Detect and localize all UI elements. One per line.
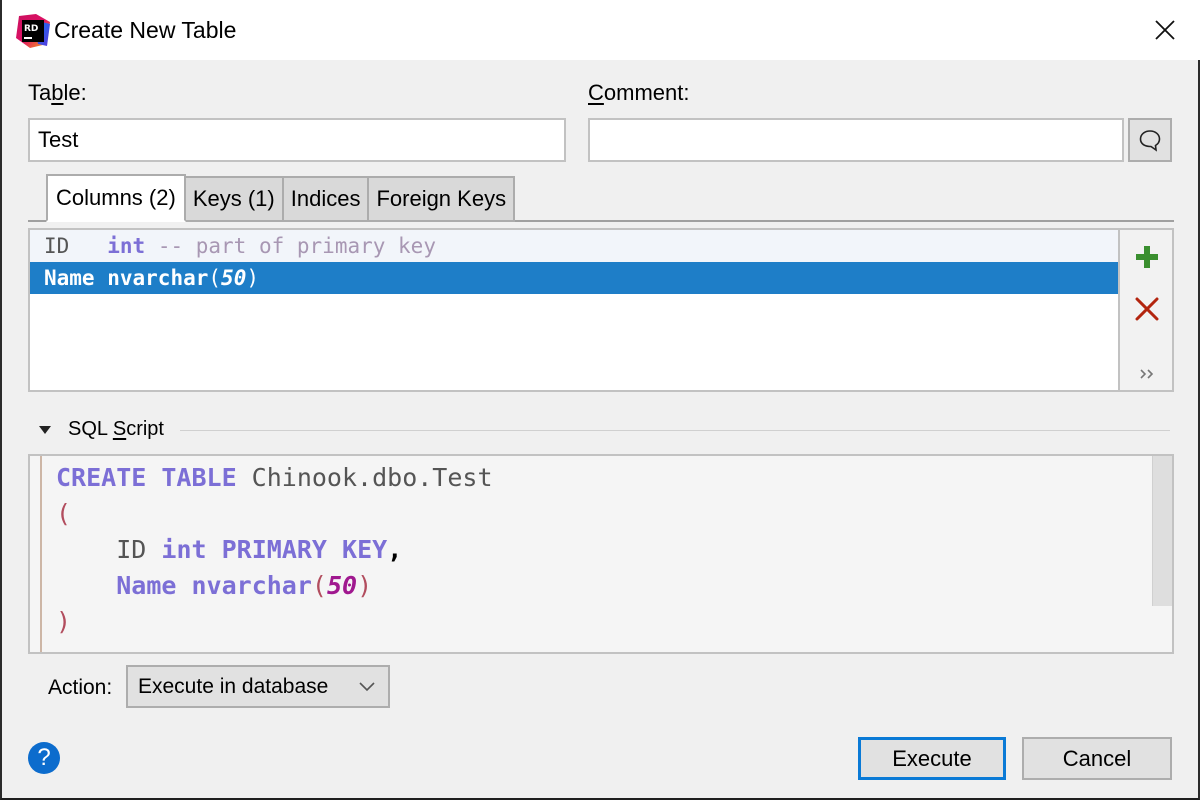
- editor-scrollbar[interactable]: [1152, 456, 1172, 606]
- sql-script-title: SQL Script: [68, 418, 164, 440]
- cancel-button[interactable]: Cancel: [1022, 737, 1172, 780]
- double-chevron-right-icon: [1140, 369, 1154, 379]
- columns-list: ID int -- part of primary key Name nvarc…: [30, 230, 1118, 390]
- column-length: 50: [221, 266, 247, 290]
- action-dropdown[interactable]: Execute in database: [126, 665, 390, 708]
- plus-icon: [1136, 246, 1158, 268]
- svg-text:RD: RD: [24, 24, 38, 34]
- column-type: nvarchar: [107, 266, 209, 290]
- close-icon: [1155, 20, 1175, 40]
- columns-toolbar: [1118, 230, 1172, 390]
- editor-gutter: [40, 456, 42, 652]
- tab-indices[interactable]: Indices: [283, 176, 370, 222]
- code-line: ID int PRIMARY KEY,: [116, 535, 403, 564]
- tab-strip: Columns (2) Keys (1) Indices Foreign Key…: [46, 174, 516, 222]
- sql-code: CREATE TABLE Chinook.dbo.Test ( ID int P…: [56, 460, 493, 640]
- sql-editor[interactable]: CREATE TABLE Chinook.dbo.Test ( ID int P…: [28, 454, 1174, 654]
- action-selected-value: Execute in database: [138, 674, 329, 698]
- speech-bubble-icon: [1139, 130, 1161, 152]
- column-row-name[interactable]: Name nvarchar(50): [30, 262, 1118, 294]
- comment-editor-button[interactable]: [1128, 118, 1172, 162]
- action-label: Action:: [48, 676, 113, 699]
- tab-columns[interactable]: Columns (2): [46, 174, 186, 222]
- table-name-input[interactable]: Test: [28, 118, 566, 162]
- code-line: Name nvarchar(50): [116, 571, 373, 600]
- delete-x-icon: [1135, 297, 1159, 321]
- column-name: Name: [44, 266, 95, 290]
- tab-foreign-keys[interactable]: Foreign Keys: [369, 176, 516, 222]
- rider-rd-logo-icon: RD: [16, 14, 50, 48]
- table-label: Table:: [28, 80, 87, 105]
- help-button[interactable]: ?: [28, 742, 60, 774]
- title-bar: RD Create New Table: [2, 0, 1200, 60]
- add-column-button[interactable]: [1120, 242, 1174, 272]
- triangle-down-icon: [39, 425, 51, 434]
- column-comment: -- part of primary key: [145, 234, 436, 258]
- columns-panel: ID int -- part of primary key Name nvarc…: [28, 228, 1174, 392]
- remove-column-button[interactable]: [1120, 294, 1174, 324]
- chevron-down-icon: [359, 682, 375, 692]
- dialog-title: Create New Table: [54, 17, 237, 43]
- create-new-table-dialog: RD Create New Table Table: Test Comment:…: [0, 0, 1200, 800]
- comment-input[interactable]: [588, 118, 1124, 162]
- close-button[interactable]: [1130, 0, 1200, 60]
- column-type: int: [107, 234, 146, 258]
- section-separator: [180, 430, 1170, 431]
- comment-label: Comment:: [588, 80, 690, 105]
- code-line: CREATE TABLE Chinook.dbo.Test: [56, 463, 493, 492]
- code-line: (: [56, 499, 72, 528]
- more-tools-button[interactable]: [1120, 364, 1174, 384]
- execute-button[interactable]: Execute: [858, 737, 1006, 780]
- column-name: ID: [44, 234, 95, 258]
- tab-keys[interactable]: Keys (1): [185, 176, 284, 222]
- column-row-id[interactable]: ID int -- part of primary key: [30, 230, 1118, 262]
- code-line: ): [56, 607, 72, 636]
- sql-script-toggle[interactable]: SQL Script: [38, 418, 164, 441]
